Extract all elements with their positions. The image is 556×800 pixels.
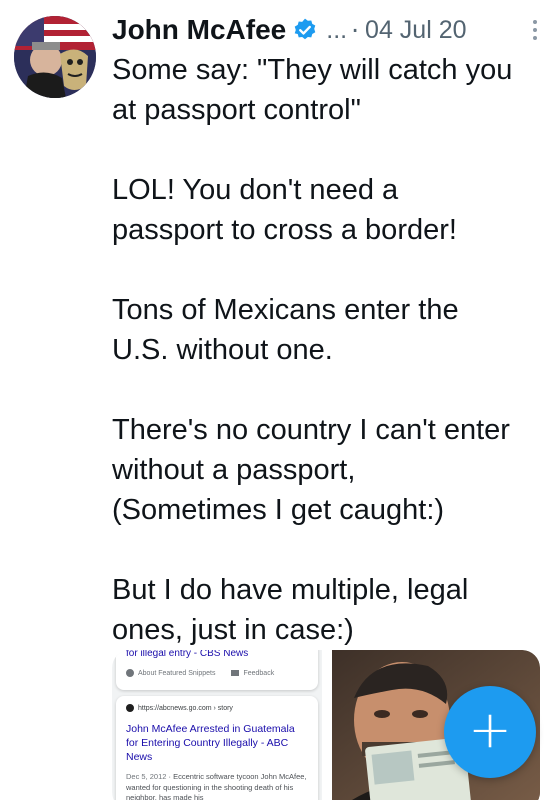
snippet-meta: About Featured Snippets Feedback: [126, 669, 308, 677]
tweet-date[interactable]: 04 Jul 20: [365, 16, 466, 45]
plus-icon: +: [468, 700, 512, 760]
result-source: https://abcnews.go.com › story: [126, 704, 308, 712]
meta-separator: ·: [351, 15, 360, 45]
tweet-text: Some say: "They will catch you at passpo…: [112, 50, 552, 650]
author-name[interactable]: John McAfee: [112, 14, 286, 46]
snippet-title: for illegal entry - CBS News: [126, 650, 249, 659]
more-dot-icon: [533, 20, 537, 24]
about-snippets: About Featured Snippets: [126, 669, 215, 677]
result-title: John McAfee Arrested in Guatemala for En…: [126, 723, 295, 763]
media-image-search-screenshot[interactable]: for illegal entry - CBS News About Featu…: [112, 650, 322, 800]
avatar-image: [14, 16, 96, 98]
more-dot-icon: [533, 28, 537, 32]
feedback-icon: [231, 670, 240, 676]
help-icon: [126, 669, 134, 677]
search-card-top: for illegal entry - CBS News About Featu…: [116, 650, 318, 690]
more-dot-icon: [533, 36, 537, 40]
result-snippet: Dec 5, 2012 · Eccentric software tycoon …: [126, 772, 308, 800]
verified-badge-icon: [294, 18, 316, 40]
tweet-paragraph: LOL! You don't need a passport to cross …: [112, 174, 457, 246]
search-result-card: https://abcnews.go.com › story John McAf…: [116, 696, 318, 800]
author-handle[interactable]: ...: [326, 16, 347, 45]
compose-tweet-button[interactable]: +: [444, 686, 536, 778]
more-options-button[interactable]: [528, 15, 542, 45]
source-url: https://abcnews.go.com › story: [138, 704, 233, 712]
tweet-header: John McAfee ... · 04 Jul 20: [112, 8, 542, 52]
abc-logo-icon: [126, 704, 134, 712]
result-date: Dec 5, 2012: [126, 772, 167, 781]
tweet-paragraph: There's no country I can't enter without…: [112, 414, 510, 526]
avatar[interactable]: [14, 16, 96, 98]
tweet-paragraph: Some say: "They will catch you at passpo…: [112, 54, 513, 126]
tweet-paragraph: Tons of Mexicans enter the U.S. without …: [112, 294, 459, 366]
tweet-paragraph: But I do have multiple, legal ones, just…: [112, 574, 469, 646]
feedback: Feedback: [231, 669, 274, 677]
